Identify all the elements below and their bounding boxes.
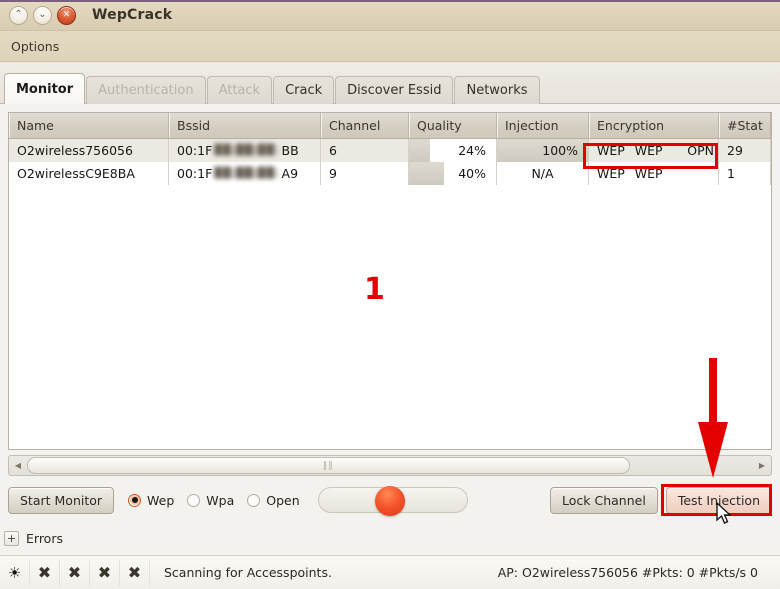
encryption-token-2: WEP: [634, 166, 663, 181]
column-header-quality[interactable]: Quality: [409, 113, 497, 138]
column-header-channel[interactable]: Channel: [321, 113, 409, 138]
tab-strip: Monitor Authentication Attack Crack Disc…: [0, 62, 780, 104]
radio-wpa-indicator[interactable]: [187, 493, 201, 507]
status-icon-group: ☀ ✖ ✖ ✖ ✖: [0, 559, 150, 586]
radio-wpa[interactable]: Wpa: [187, 493, 234, 508]
scroll-right-arrow-icon[interactable]: ▶: [753, 456, 771, 475]
injection-bar: 100%: [497, 139, 588, 162]
status-info: AP: O2wireless756056 #Pkts: 0 #Pkts/s 0: [497, 565, 758, 580]
close-button[interactable]: ✕: [57, 5, 76, 25]
column-header-stat[interactable]: #Stat: [719, 113, 771, 138]
window-title: WepCrack: [92, 7, 173, 23]
expander-plus-icon[interactable]: +: [4, 531, 19, 546]
radio-open-indicator[interactable]: [247, 493, 261, 507]
cell-injection: 100%: [497, 139, 589, 162]
scroll-left-arrow-icon[interactable]: ◀: [9, 456, 27, 475]
cell-quality: 24%: [409, 139, 497, 162]
cell-quality: 40%: [409, 162, 497, 185]
cell-bssid: 00:1F ██:██:██: BB: [169, 139, 321, 162]
start-monitor-button[interactable]: Start Monitor: [8, 486, 115, 514]
mouse-cursor-icon: [716, 501, 734, 530]
status-bar: ☀ ✖ ✖ ✖ ✖ Scanning for Accesspoints. AP:…: [0, 555, 780, 589]
control-bar-right: Lock Channel Test Injection: [550, 486, 772, 514]
tab-crack[interactable]: Crack: [273, 76, 335, 104]
encryption-token-2: WEP: [634, 143, 663, 158]
bssid-redacted: ██:██:██:: [214, 145, 280, 156]
quality-bar-fill: [409, 162, 444, 185]
column-header-encryption[interactable]: Encryption: [589, 113, 719, 138]
tab-monitor[interactable]: Monitor: [4, 73, 86, 104]
column-header-bssid[interactable]: Bssid: [169, 113, 321, 138]
menu-bar: Options: [0, 31, 780, 62]
cell-stat: 29: [719, 139, 771, 162]
tab-authentication: Authentication: [86, 76, 206, 104]
bssid-prefix: 00:1F: [177, 143, 213, 158]
injection-value: 100%: [542, 143, 578, 158]
scrollbar-trough[interactable]: ‖‖: [27, 457, 753, 474]
injection-bar: N/A: [497, 162, 588, 185]
radio-wep-indicator[interactable]: [128, 493, 142, 507]
bssid-suffix: A9: [281, 166, 299, 181]
horizontal-scrollbar[interactable]: ◀ ‖‖ ▶: [8, 455, 772, 476]
activity-sun-icon: ☀: [0, 559, 30, 586]
bssid-prefix: 00:1F: [177, 166, 213, 181]
table-row[interactable]: O2wireless756056 00:1F ██:██:██: BB 6 24% …: [9, 139, 771, 162]
status-cross-icon-1: ✖: [30, 559, 60, 586]
cell-encryption: WEP WEP OPN: [589, 139, 719, 162]
minimize-button[interactable]: ⌄: [33, 5, 52, 25]
bssid-suffix: BB: [281, 143, 299, 158]
cell-encryption: WEP WEP: [589, 162, 719, 185]
annotation-arrow-down: [690, 358, 736, 480]
table-row[interactable]: O2wirelessC9E8BA 00:1F ██:██:██: A9 9 40% …: [9, 162, 771, 185]
scrollbar-grip-icon: ‖‖: [322, 460, 334, 471]
activity-slider[interactable]: [317, 486, 468, 516]
cell-channel: 6: [321, 139, 409, 162]
status-cross-icon-2: ✖: [60, 559, 90, 586]
cell-channel: 9: [321, 162, 409, 185]
accesspoint-table[interactable]: Name Bssid Channel Quality Injection Enc…: [8, 112, 772, 450]
activity-slider-knob[interactable]: [374, 486, 405, 516]
status-cross-icon-4: ✖: [120, 559, 150, 586]
encryption-mode-radio-group: Wep Wpa Open: [128, 493, 300, 508]
window-controls: ⌃ ⌄ ✕: [9, 5, 76, 25]
lock-channel-button[interactable]: Lock Channel: [550, 486, 658, 514]
maximize-button[interactable]: ⌃: [9, 5, 28, 25]
cell-bssid: 00:1F ██:██:██: A9: [169, 162, 321, 185]
status-cross-icon-3: ✖: [90, 559, 120, 586]
bssid-redacted: ██:██:██:: [214, 168, 280, 179]
radio-wep[interactable]: Wep: [128, 493, 174, 508]
radio-wep-label: Wep: [147, 492, 175, 508]
quality-bar-fill: [409, 139, 430, 162]
quality-value: 40%: [458, 166, 486, 181]
column-header-injection[interactable]: Injection: [497, 113, 589, 138]
cell-name: O2wirelessC9E8BA: [9, 162, 169, 185]
radio-open[interactable]: Open: [247, 492, 300, 508]
encryption-token-3: OPN: [687, 143, 714, 158]
quality-bar: 40%: [409, 162, 496, 185]
quality-value: 24%: [458, 143, 486, 158]
quality-bar: 24%: [409, 139, 496, 162]
window-titlebar: ⌃ ⌄ ✕ WepCrack: [0, 0, 780, 31]
errors-expander-label: Errors: [26, 531, 63, 546]
cell-name: O2wireless756056: [9, 139, 169, 162]
encryption-token-1: WEP: [597, 166, 625, 181]
errors-expander[interactable]: + Errors: [4, 531, 63, 546]
cell-injection: N/A: [497, 162, 589, 185]
status-message: Scanning for Accesspoints.: [164, 565, 332, 580]
table-header-row: Name Bssid Channel Quality Injection Enc…: [9, 113, 771, 139]
wepcrack-window: ⌃ ⌄ ✕ WepCrack Options Monitor Authentic…: [0, 0, 780, 589]
tab-networks[interactable]: Networks: [454, 76, 540, 104]
tab-attack: Attack: [206, 76, 273, 104]
menu-item-options[interactable]: Options: [3, 36, 67, 57]
cell-stat: 1: [719, 162, 771, 185]
tab-discover-essid[interactable]: Discover Essid: [335, 76, 454, 104]
injection-value: N/A: [531, 166, 554, 181]
control-bar: Start Monitor Wep Wpa Open Lock Channel …: [8, 481, 772, 519]
radio-wpa-label: Wpa: [206, 492, 235, 508]
annotation-step-number: 1: [364, 272, 385, 307]
radio-open-label: Open: [266, 492, 300, 508]
scrollbar-thumb[interactable]: ‖‖: [27, 457, 630, 474]
column-header-name[interactable]: Name: [9, 113, 169, 138]
encryption-token-1: WEP: [597, 143, 625, 158]
